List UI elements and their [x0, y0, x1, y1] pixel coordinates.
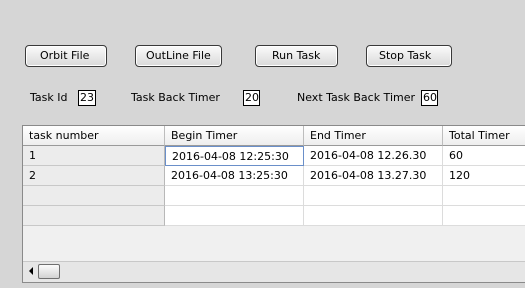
scrollbar-thumb[interactable]: [38, 264, 60, 279]
orbit-file-button[interactable]: Orbit File: [25, 45, 107, 67]
table-row-cell[interactable]: [304, 186, 443, 206]
table-row-cell[interactable]: 120: [443, 166, 525, 186]
stop-task-button[interactable]: Stop Task: [366, 45, 452, 67]
next-task-back-timer-input[interactable]: 60: [421, 90, 438, 106]
column-header-begin-timer[interactable]: Begin Timer: [165, 126, 304, 146]
task-id-label: Task Id: [30, 91, 68, 104]
table-row-cell[interactable]: [165, 186, 304, 206]
table-row-cell[interactable]: 2: [23, 166, 165, 186]
table-row-cell[interactable]: 60: [443, 146, 525, 166]
table-row-cell[interactable]: 2016-04-08 12.26.30: [304, 146, 443, 166]
next-task-back-timer-label: Next Task Back Timer: [297, 91, 416, 104]
table-row-cell[interactable]: [23, 206, 165, 226]
outline-file-label: OutLine File: [146, 49, 211, 62]
stop-task-label: Stop Task: [379, 49, 432, 62]
scroll-left-icon[interactable]: [29, 267, 33, 275]
table-row-cell[interactable]: [304, 206, 443, 226]
outline-file-button[interactable]: OutLine File: [135, 45, 222, 67]
table-row-cell[interactable]: [443, 206, 525, 226]
table-row-cell[interactable]: 2016-04-08 12:25:30: [165, 146, 304, 166]
run-task-label: Run Task: [272, 49, 321, 62]
table-row-cell[interactable]: [443, 186, 525, 206]
task-grid[interactable]: task number Begin Timer End Timer Total …: [22, 125, 525, 283]
table-row-cell[interactable]: [23, 186, 165, 206]
task-back-timer-input[interactable]: 20: [243, 90, 260, 106]
run-task-button[interactable]: Run Task: [255, 45, 338, 67]
task-back-timer-label: Task Back Timer: [131, 91, 220, 104]
table-row-cell[interactable]: 2016-04-08 13.27.30: [304, 166, 443, 186]
orbit-file-label: Orbit File: [40, 49, 90, 62]
column-header-end-timer[interactable]: End Timer: [304, 126, 443, 146]
table-row-cell[interactable]: 1: [23, 146, 165, 166]
grid-empty-area: [23, 226, 525, 262]
task-id-input[interactable]: 23: [78, 90, 96, 106]
column-header-total-timer[interactable]: Total Timer: [443, 126, 525, 146]
horizontal-scrollbar[interactable]: [23, 261, 525, 282]
column-header-task-number[interactable]: task number: [23, 126, 165, 146]
table-row-cell[interactable]: [165, 206, 304, 226]
table-row-cell[interactable]: 2016-04-08 13:25:30: [165, 166, 304, 186]
